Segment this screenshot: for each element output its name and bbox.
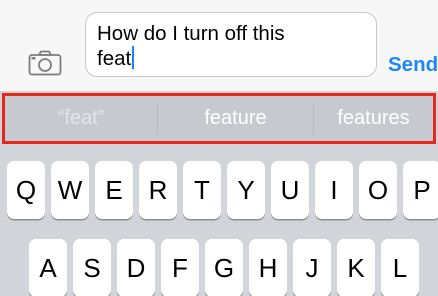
key-w[interactable]: W [51, 161, 89, 219]
camera-icon [28, 50, 62, 76]
key-o[interactable]: O [359, 161, 397, 219]
key-k[interactable]: K [337, 239, 375, 296]
keyboard: Q W E R T Y U I O P A S D F G H J K L [0, 147, 438, 296]
text-cursor [132, 46, 135, 69]
key-g[interactable]: G [205, 239, 243, 296]
camera-button[interactable] [28, 50, 62, 76]
key-h[interactable]: H [249, 239, 287, 296]
suggestion-features[interactable]: features [314, 96, 433, 141]
key-e[interactable]: E [95, 161, 133, 219]
message-text-field[interactable]: How do I turn off this feat [85, 12, 377, 77]
message-text-current-word: feat [97, 47, 132, 70]
key-l[interactable]: L [381, 239, 419, 296]
messages-screen: How do I turn off this feat Send “feat” … [0, 0, 438, 296]
key-d[interactable]: D [117, 239, 155, 296]
message-input-bar: How do I turn off this feat Send [0, 0, 438, 91]
send-button[interactable]: Send [388, 53, 438, 77]
key-y[interactable]: Y [227, 161, 265, 219]
key-q[interactable]: Q [7, 161, 45, 219]
key-j[interactable]: J [293, 239, 331, 296]
key-i[interactable]: I [315, 161, 353, 219]
suggestion-feature[interactable]: feature [158, 96, 313, 141]
key-p[interactable]: P [403, 161, 438, 219]
message-text-line-1: How do I turn off this [97, 22, 285, 45]
suggestion-highlight-box: “feat” feature features [2, 93, 436, 144]
key-a[interactable]: A [29, 239, 67, 296]
predictive-text-bar: “feat” feature features [0, 91, 438, 147]
key-t[interactable]: T [183, 161, 221, 219]
key-f[interactable]: F [161, 239, 199, 296]
key-u[interactable]: U [271, 161, 309, 219]
key-r[interactable]: R [139, 161, 177, 219]
message-text-line-2: feat [97, 46, 366, 71]
suggestion-typed-word[interactable]: “feat” [5, 96, 157, 141]
key-s[interactable]: S [73, 239, 111, 296]
